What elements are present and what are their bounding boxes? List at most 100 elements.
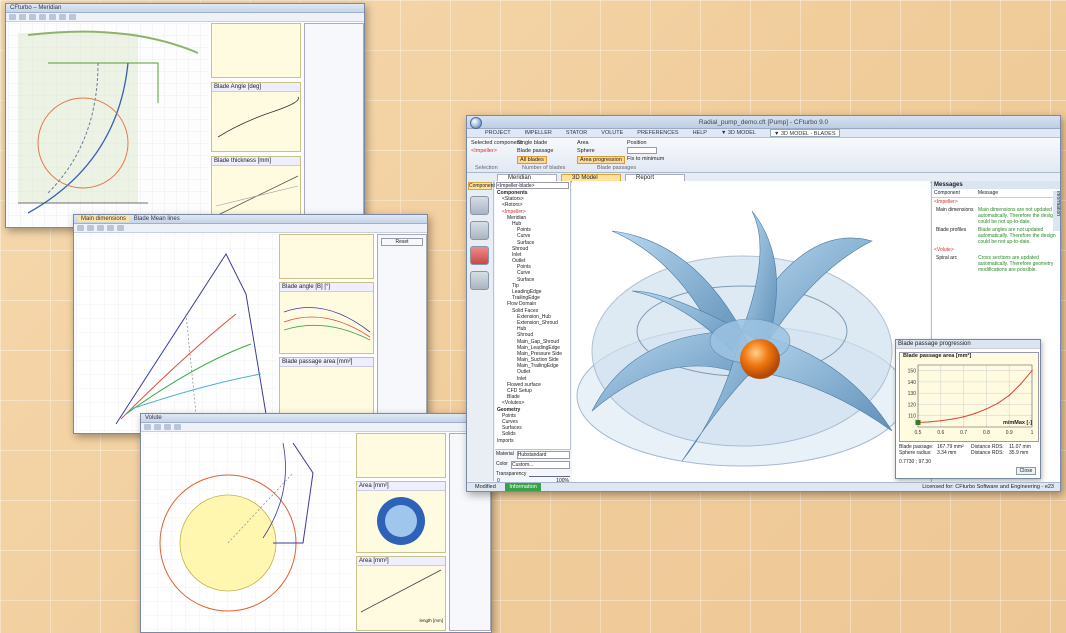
menu-project[interactable]: PROJECT	[485, 129, 511, 137]
y-tick-label: 120	[908, 402, 917, 408]
menu-help[interactable]: HELP	[693, 129, 707, 137]
menu-bar: PROJECT IMPELLER STATOR VOLUTE PREFERENC…	[467, 129, 1060, 138]
area-progression-button[interactable]: Area progression	[577, 156, 625, 164]
tab-volute[interactable]: Volute	[145, 415, 162, 421]
volute-window-tabs: Volute	[141, 414, 491, 423]
data-point	[997, 402, 999, 405]
tree-item[interactable]: Imports	[495, 438, 570, 444]
meridian-plot	[8, 23, 208, 227]
status-license: Licensed for: CFturbo Software and Engin…	[922, 484, 1054, 490]
tab-main-dimensions[interactable]: Main dimensions	[78, 216, 130, 222]
blade-angle-chart-panel: Blade angle [B] [°]	[279, 282, 374, 354]
y-tick-label: 140	[908, 380, 917, 386]
impeller-3d-model	[576, 210, 908, 467]
transparency-slider[interactable]	[529, 471, 570, 477]
messages-header: Messages	[932, 181, 1060, 189]
volute-section-panel: Area [mm²]	[356, 481, 446, 553]
menu-impeller[interactable]: IMPELLER	[525, 129, 552, 137]
msg-blade-profiles[interactable]: Blade profiles	[936, 227, 976, 245]
impeller-component-icon[interactable]	[470, 196, 489, 215]
msg-main-dimensions[interactable]: Main dimensions	[936, 207, 976, 225]
window-title: Radial_pump_demo.cft [Pump] - CFturbo 9.…	[698, 119, 829, 126]
menu-3d-model-blades[interactable]: ▼ 3D MODEL - BLADES	[770, 129, 840, 137]
blade-thickness-plot	[215, 175, 299, 217]
panel-title: Blade Angle [deg]	[212, 83, 300, 92]
plot-frame	[917, 364, 1033, 428]
material-label: Material	[496, 451, 514, 457]
msg-spiral-arc[interactable]: Spiral arc	[936, 255, 976, 273]
position-slider[interactable]	[627, 147, 657, 154]
transparency-label: Transparency	[496, 471, 527, 477]
status-modified: Modified	[475, 484, 496, 490]
main-window: Radial_pump_demo.cft [Pump] - CFturbo 9.…	[466, 115, 1061, 492]
stator-component-icon[interactable]	[470, 221, 489, 240]
volute-component-icon[interactable]	[470, 246, 489, 265]
spiral-component-icon[interactable]	[470, 271, 489, 290]
blade-angle-plot	[217, 96, 299, 138]
x-tick-label: 0.9	[1006, 430, 1013, 436]
components-tab[interactable]: Components	[468, 182, 497, 190]
data-point	[962, 416, 965, 418]
volute-window: Volute Area [mm²] Area [mm²] length [mm]	[140, 413, 492, 633]
x-axis-label: m/mMax [-]	[1003, 420, 1032, 426]
blade-window-tabs: Main dimensions Blade Mean lines	[74, 215, 427, 224]
y-tick-label: 130	[908, 391, 917, 397]
meridian-window: CFturbo – Meridian Blade Angle [deg] Bla…	[5, 3, 365, 228]
popup-close-button[interactable]: Close	[1016, 467, 1036, 475]
messages-columns: Component Message	[932, 189, 1060, 198]
information-side-tab[interactable]: Information	[1053, 191, 1060, 231]
selected-component-combo[interactable]: <Impeller>	[471, 148, 497, 154]
app-menu-orb-icon[interactable]	[470, 117, 482, 129]
data-point	[940, 420, 942, 422]
3d-viewport[interactable]	[572, 181, 930, 483]
status-bar: Modified Information Licensed for: CFtur…	[467, 482, 1060, 491]
material-combo[interactable]: Hubstandard	[516, 451, 570, 459]
volute-area-panel: Area [mm²] length [mm]	[356, 556, 446, 631]
volute-data-panel	[356, 433, 446, 478]
y-tick-label: 150	[908, 369, 917, 375]
blade-toolbar	[74, 224, 427, 233]
blade-table-panel	[279, 234, 374, 279]
popup-row2-value: 3.34 mm	[937, 450, 957, 456]
single-blade-radio[interactable]: Single blade	[517, 140, 547, 146]
data-point	[974, 412, 976, 415]
msg-group-volute[interactable]: <Volute>	[932, 246, 1060, 254]
sphere-checkbox[interactable]: Sphere	[577, 148, 595, 154]
all-blades-radio[interactable]: All blades	[517, 156, 547, 164]
x-tick-label: 1	[1031, 430, 1034, 436]
popup-row2-label: Sphere radius:	[899, 450, 932, 456]
x-tick-label: 0.6	[937, 430, 944, 436]
cross-section-plot	[377, 497, 425, 545]
msg-group-impeller[interactable]: <Impeller>	[932, 198, 1060, 206]
menu-volute[interactable]: VOLUTE	[601, 129, 623, 137]
current-position-marker	[915, 419, 921, 425]
blade-angle-panel: Blade Angle [deg]	[211, 82, 301, 152]
popup-row2-right-label: Distance RDS:	[971, 450, 1004, 456]
meridian-toolbar	[6, 13, 364, 22]
msg-text-1: Main dimensions are not updated automati…	[978, 207, 1056, 225]
blade-passage-chart: 0.5 0.6 0.7 0.8 0.9 1 150 140 130 120 110 m/mMax [-…	[908, 364, 1034, 436]
panel-title: Blade passage area [mm²]	[280, 358, 373, 367]
data-point	[1008, 394, 1010, 397]
area-checkbox[interactable]: Area	[577, 140, 589, 146]
x-tick-label: 0.5	[915, 430, 922, 436]
blade-passage-radio[interactable]: Blade passage	[517, 148, 553, 154]
ribbon-group-selection: Selection	[475, 165, 498, 171]
menu-stator[interactable]: STATOR	[566, 129, 587, 137]
menu-3d-model[interactable]: ▼ 3D MODEL	[721, 129, 756, 137]
status-information-tab[interactable]: Information	[505, 483, 541, 491]
tab-blade-mean-lines[interactable]: Blade Mean lines	[131, 216, 183, 222]
color-combo[interactable]: Custom...	[510, 461, 570, 469]
components-strip: Components	[467, 181, 497, 481]
data-point	[985, 408, 988, 410]
fix-to-minimum-checkbox[interactable]: Fix to minimum	[627, 156, 664, 162]
panel-title: Blade thickness [mm]	[212, 157, 300, 166]
panel-title: Area [mm²]	[357, 557, 445, 566]
menu-preferences[interactable]: PREFERENCES	[637, 129, 678, 137]
reset-button[interactable]: Reset	[381, 238, 423, 246]
y-tick-label: 110	[908, 414, 916, 420]
ribbon: Selected component: <Impeller> Single bl…	[467, 138, 1060, 173]
position-label: Position	[627, 140, 647, 146]
tree-combo[interactable]: <Impeller-blade>	[496, 182, 569, 189]
x-tick-label: 0.8	[983, 430, 990, 436]
